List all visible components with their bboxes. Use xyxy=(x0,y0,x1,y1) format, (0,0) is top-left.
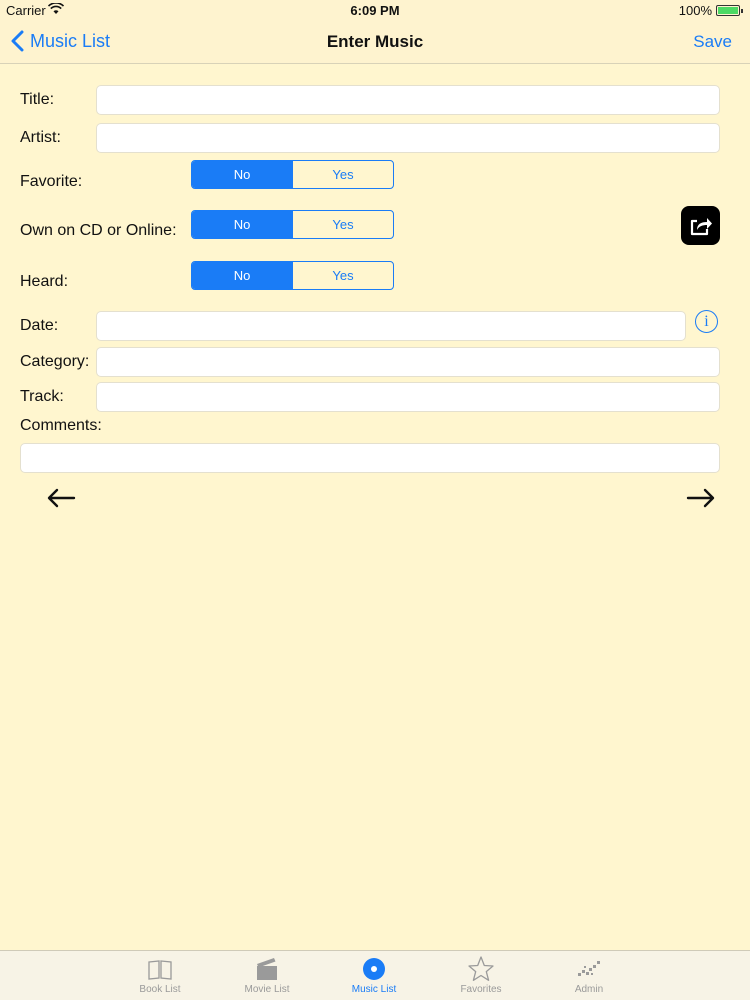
info-icon: i xyxy=(704,312,709,330)
heard-toggle: No Yes xyxy=(191,261,394,290)
back-button[interactable]: Music List xyxy=(10,30,110,52)
own-no-option[interactable]: No xyxy=(192,211,292,238)
tab-label: Favorites xyxy=(460,984,502,995)
tab-admin[interactable]: Admin xyxy=(554,955,624,999)
tab-bar: Book List Movie List Music List Favorite… xyxy=(0,950,750,1000)
category-label: Category: xyxy=(20,353,90,370)
share-icon xyxy=(690,217,712,235)
comments-field[interactable] xyxy=(20,443,720,473)
own-label: Own on CD or Online: xyxy=(20,222,177,239)
save-button[interactable]: Save xyxy=(693,32,732,52)
tab-label: Movie List xyxy=(244,984,290,995)
arrow-right-icon[interactable] xyxy=(686,487,716,509)
comments-label: Comments: xyxy=(20,417,102,434)
track-field[interactable] xyxy=(96,382,720,412)
record-icon xyxy=(363,958,385,980)
tab-label: Book List xyxy=(139,984,181,995)
share-button[interactable] xyxy=(681,206,720,245)
date-label: Date: xyxy=(20,317,59,334)
title-label: Title: xyxy=(20,91,55,108)
favorite-toggle: No Yes xyxy=(191,160,394,189)
own-toggle: No Yes xyxy=(191,210,394,239)
clock: 6:09 PM xyxy=(350,3,400,18)
chevron-left-icon xyxy=(11,30,24,52)
artist-field[interactable] xyxy=(96,123,720,153)
favorite-label: Favorite: xyxy=(20,173,83,190)
heard-label: Heard: xyxy=(20,273,69,290)
book-icon xyxy=(148,960,172,980)
heard-no-option[interactable]: No xyxy=(192,262,292,289)
title-field[interactable] xyxy=(96,85,720,115)
star-icon xyxy=(468,956,494,981)
battery-percent: 100% xyxy=(678,3,712,18)
own-yes-option[interactable]: Yes xyxy=(292,211,393,238)
artist-label: Artist: xyxy=(20,129,61,146)
favorite-no-option[interactable]: No xyxy=(192,161,292,188)
admin-icon xyxy=(578,961,600,976)
tab-book-list[interactable]: Book List xyxy=(125,955,195,999)
navigation-bar: Music List Enter Music Save xyxy=(0,22,750,64)
status-bar: Carrier 6:09 PM 100% xyxy=(0,0,750,22)
favorite-yes-option[interactable]: Yes xyxy=(292,161,393,188)
back-button-label: Music List xyxy=(30,30,111,51)
category-field[interactable] xyxy=(96,347,720,377)
date-field[interactable] xyxy=(96,311,686,341)
tab-movie-list[interactable]: Movie List xyxy=(232,955,302,999)
track-label: Track: xyxy=(20,388,64,405)
heard-yes-option[interactable]: Yes xyxy=(292,262,393,289)
battery-icon xyxy=(716,5,743,16)
info-button[interactable]: i xyxy=(695,310,718,333)
clapperboard-icon xyxy=(257,958,277,980)
tab-music-list[interactable]: Music List xyxy=(339,955,409,999)
tab-label: Admin xyxy=(574,984,604,995)
arrow-left-icon[interactable] xyxy=(46,487,76,509)
page-title: Enter Music xyxy=(326,32,424,51)
tab-favorites[interactable]: Favorites xyxy=(446,955,516,999)
tab-label: Music List xyxy=(351,984,397,995)
